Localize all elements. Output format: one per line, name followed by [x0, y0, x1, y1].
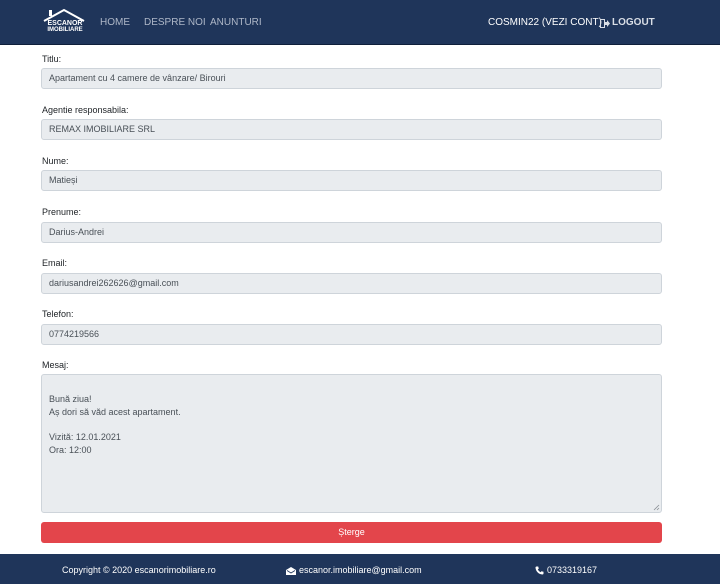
last-name-label: Nume: [42, 156, 69, 166]
nav-home-link[interactable]: HOME [100, 17, 130, 29]
footer-email-text: escanor.imobiliare@gmail.com [299, 565, 422, 575]
message-textarea[interactable]: Bună ziua! Aș dori să văd acest apartame… [41, 374, 662, 513]
nav-about-link[interactable]: DESPRE NOI [144, 17, 206, 29]
navbar: ESCANOR IMOBILIARE HOME DESPRE NOI ANUNT… [0, 0, 720, 45]
logo-subtext: IMOBILIARE [47, 27, 83, 33]
phone-icon [535, 566, 544, 575]
copyright-text: Copyright © 2020 escanorimobiliare.ro [62, 565, 216, 575]
resize-handle-icon[interactable] [653, 504, 660, 511]
email-field[interactable]: dariusandrei262626@gmail.com [41, 273, 662, 294]
delete-button[interactable]: Șterge [41, 522, 662, 543]
logout-label: LOGOUT [612, 17, 655, 28]
footer-email[interactable]: escanor.imobiliare@gmail.com [286, 565, 422, 576]
email-label: Email: [42, 258, 68, 268]
nav-ads-link[interactable]: ANUNTURI [210, 17, 262, 29]
last-name-field[interactable]: Matieși [41, 170, 662, 191]
first-name-field[interactable]: Darius-Andrei [41, 222, 662, 243]
footer: Copyright © 2020 escanorimobiliare.ro es… [0, 554, 720, 584]
title-field[interactable]: Apartament cu 4 camere de vânzare/ Birou… [41, 68, 662, 89]
phone-field[interactable]: 0774219566 [41, 324, 662, 345]
agency-label: Agentie responsabila: [42, 105, 129, 115]
first-name-label: Prenume: [42, 207, 82, 217]
title-label: Titlu: [42, 54, 62, 64]
message-label: Mesaj: [42, 360, 69, 370]
account-link[interactable]: COSMIN22 (VEZI CONT) [488, 17, 602, 29]
message-text: Bună ziua! Aș dori să văd acest apartame… [49, 393, 181, 455]
footer-phone-text: 0733319167 [547, 565, 598, 575]
logout-link[interactable]: LOGOUT [600, 17, 655, 29]
phone-label: Telefon: [42, 309, 74, 319]
agency-field[interactable]: REMAX IMOBILIARE SRL [41, 119, 662, 140]
sign-out-icon [600, 18, 610, 28]
footer-phone[interactable]: 0733319167 [535, 565, 597, 576]
brand-logo[interactable]: ESCANOR IMOBILIARE [41, 8, 87, 40]
envelope-icon [286, 566, 296, 575]
